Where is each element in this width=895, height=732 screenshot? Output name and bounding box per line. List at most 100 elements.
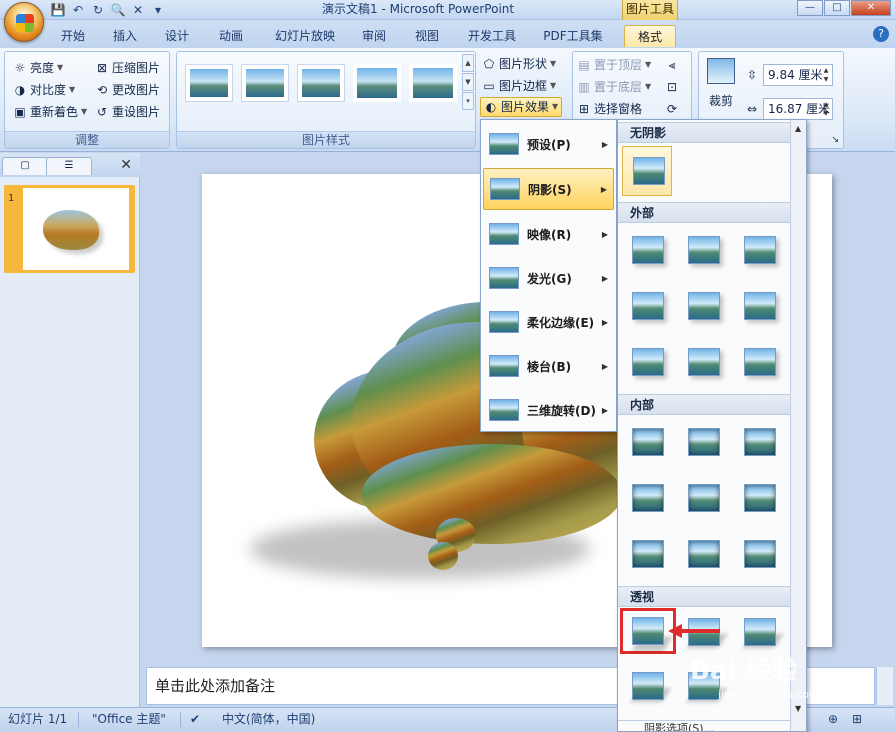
contrast-button[interactable]: ◑ 对比度 ▼ — [13, 80, 75, 100]
gallery-up-icon[interactable]: ▲ — [462, 54, 474, 72]
tab-pdf-tools[interactable]: PDF工具集 — [534, 25, 612, 47]
shadow-option-inner[interactable] — [678, 530, 728, 580]
save-icon[interactable]: 💾 — [50, 2, 66, 18]
print-preview-icon[interactable]: 🔍 — [110, 2, 126, 18]
tab-insert[interactable]: 插入 — [104, 25, 146, 47]
window-controls: — □ ✕ — [796, 0, 891, 16]
reset-picture-button[interactable]: ↺ 重设图片 — [95, 102, 160, 122]
tab-design[interactable]: 设计 — [156, 25, 198, 47]
undo-icon[interactable]: ↶ — [70, 2, 86, 18]
crop-button[interactable]: 裁剪 — [703, 56, 739, 116]
shadow-option-outer[interactable] — [734, 282, 784, 332]
fit-slide-icon[interactable]: ⊞ — [852, 708, 862, 730]
tab-animation[interactable]: 动画 — [210, 25, 252, 47]
pane-close-icon[interactable]: ✕ — [120, 157, 132, 173]
compress-pictures-button[interactable]: ⊠ 压缩图片 — [95, 58, 160, 78]
shadow-option-outer[interactable] — [622, 282, 672, 332]
send-to-back-button[interactable]: ▥ 置于底层 ▼ — [577, 77, 651, 97]
shadow-option-inner[interactable] — [734, 530, 784, 580]
picture-style-2[interactable] — [241, 64, 289, 102]
help-icon[interactable]: ? — [873, 26, 889, 42]
preset-icon — [489, 133, 519, 155]
tab-slideshow[interactable]: 幻灯片放映 — [266, 25, 344, 47]
status-theme[interactable]: "Office 主题" — [92, 708, 166, 730]
shadow-option-outer[interactable] — [678, 282, 728, 332]
picture-border-button[interactable]: ▭ 图片边框 ▼ — [482, 76, 556, 96]
zoom-in-icon[interactable]: ⊕ — [828, 708, 838, 730]
shadow-option-outer[interactable] — [622, 226, 672, 276]
style-gallery-scroll[interactable]: ▲ ▼ ▾ — [462, 54, 474, 110]
shadow-options-item[interactable]: 阴影选项(S)... — [618, 720, 790, 731]
align-icon[interactable]: ⫷ — [665, 55, 679, 75]
cloud-picture-part[interactable] — [362, 444, 622, 544]
status-language[interactable]: 中文(简体，中国) — [222, 708, 315, 730]
office-button[interactable] — [4, 2, 44, 42]
effects-shadow-item[interactable]: 阴影(S) ▶ — [483, 168, 614, 210]
redo-icon[interactable]: ↻ — [90, 2, 106, 18]
shadow-icon — [490, 178, 520, 200]
effects-soft-edges-item[interactable]: 柔化边缘(E) ▶ — [483, 301, 614, 343]
delete-icon[interactable]: ✕ — [130, 2, 146, 18]
picture-style-3[interactable] — [297, 64, 345, 102]
recolor-button[interactable]: ▣ 重新着色 ▼ — [13, 102, 87, 122]
picture-effects-button[interactable]: ◐ 图片效果 ▼ — [480, 97, 563, 117]
scroll-down-icon[interactable]: ▼ — [795, 704, 801, 713]
effects-preset-item[interactable]: 预设(P) ▶ — [483, 123, 614, 165]
shadow-option-inner[interactable] — [678, 418, 728, 468]
shadow-option-perspective[interactable] — [622, 662, 672, 712]
contrast-icon: ◑ — [14, 83, 26, 97]
slides-tab[interactable]: ▢ — [2, 157, 48, 175]
effects-3d-rotation-item[interactable]: 三维旋转(D) ▶ — [483, 389, 614, 431]
tab-view[interactable]: 视图 — [406, 25, 448, 47]
shadow-option-outer[interactable] — [622, 338, 672, 388]
picture-style-5[interactable] — [409, 64, 457, 102]
shadow-option-outer[interactable] — [678, 226, 728, 276]
width-input[interactable]: 16.87 厘米 ▲ ▼ — [763, 98, 833, 120]
shadow-option-inner[interactable] — [622, 418, 672, 468]
slides-pane-tabs: ▢ ☰ ✕ — [0, 153, 140, 177]
width-icon: ⇔ — [747, 102, 758, 116]
shadow-option-none[interactable] — [622, 146, 672, 196]
shadow-option-outer[interactable] — [734, 226, 784, 276]
picture-style-4[interactable] — [353, 64, 401, 102]
notes-scrollbar[interactable] — [876, 667, 893, 705]
picture-shape-button[interactable]: ⬠ 图片形状 ▼ — [482, 54, 556, 74]
change-picture-button[interactable]: ⟲ 更改图片 — [95, 80, 160, 100]
rotate-icon[interactable]: ⟳ — [665, 99, 679, 119]
group-icon[interactable]: ⊡ — [665, 77, 679, 97]
outline-tab[interactable]: ☰ — [46, 157, 92, 175]
selection-pane-button[interactable]: ⊞ 选择窗格 — [577, 99, 642, 119]
effects-bevel-item[interactable]: 棱台(B) ▶ — [483, 345, 614, 387]
effects-glow-item[interactable]: 发光(G) ▶ — [483, 257, 614, 299]
size-dialog-launcher-icon[interactable]: ↘ — [831, 135, 839, 145]
maximize-button[interactable]: □ — [824, 0, 850, 16]
tab-developer[interactable]: 开发工具 — [460, 25, 524, 47]
tab-format[interactable]: 格式 — [624, 25, 676, 47]
shadow-option-inner[interactable] — [622, 474, 672, 524]
shadow-option-inner[interactable] — [622, 530, 672, 580]
picture-style-1[interactable] — [185, 64, 233, 102]
qat-dropdown-icon[interactable]: ▾ — [150, 2, 166, 18]
tab-home[interactable]: 开始 — [52, 25, 94, 47]
shadow-option-outer[interactable] — [734, 338, 784, 388]
height-input[interactable]: 9.84 厘米 ▲ ▼ — [763, 64, 833, 86]
shadow-option-inner[interactable] — [678, 474, 728, 524]
shadow-option-inner[interactable] — [734, 418, 784, 468]
slide-thumbnail[interactable] — [4, 185, 135, 273]
scroll-up-icon[interactable]: ▲ — [795, 124, 801, 133]
shadow-option-inner[interactable] — [734, 474, 784, 524]
cloud-picture-part[interactable] — [428, 542, 458, 570]
effects-reflection-item[interactable]: 映像(R) ▶ — [483, 213, 614, 255]
spell-check-icon[interactable]: ✔ — [190, 708, 200, 730]
gallery-more-icon[interactable]: ▾ — [462, 92, 474, 110]
change-picture-icon: ⟲ — [96, 83, 108, 97]
tab-review[interactable]: 审阅 — [352, 25, 396, 47]
soft-edges-icon — [489, 311, 519, 333]
gallery-down-icon[interactable]: ▼ — [462, 73, 474, 91]
shadow-option-outer[interactable] — [678, 338, 728, 388]
bring-to-front-button[interactable]: ▤ 置于顶层 ▼ — [577, 55, 651, 75]
close-button[interactable]: ✕ — [851, 0, 891, 16]
minimize-button[interactable]: — — [797, 0, 823, 16]
brightness-button[interactable]: ☼ 亮度 ▼ — [13, 58, 64, 78]
shadow-gallery-scrollbar[interactable]: ▲ ▼ — [790, 120, 806, 731]
